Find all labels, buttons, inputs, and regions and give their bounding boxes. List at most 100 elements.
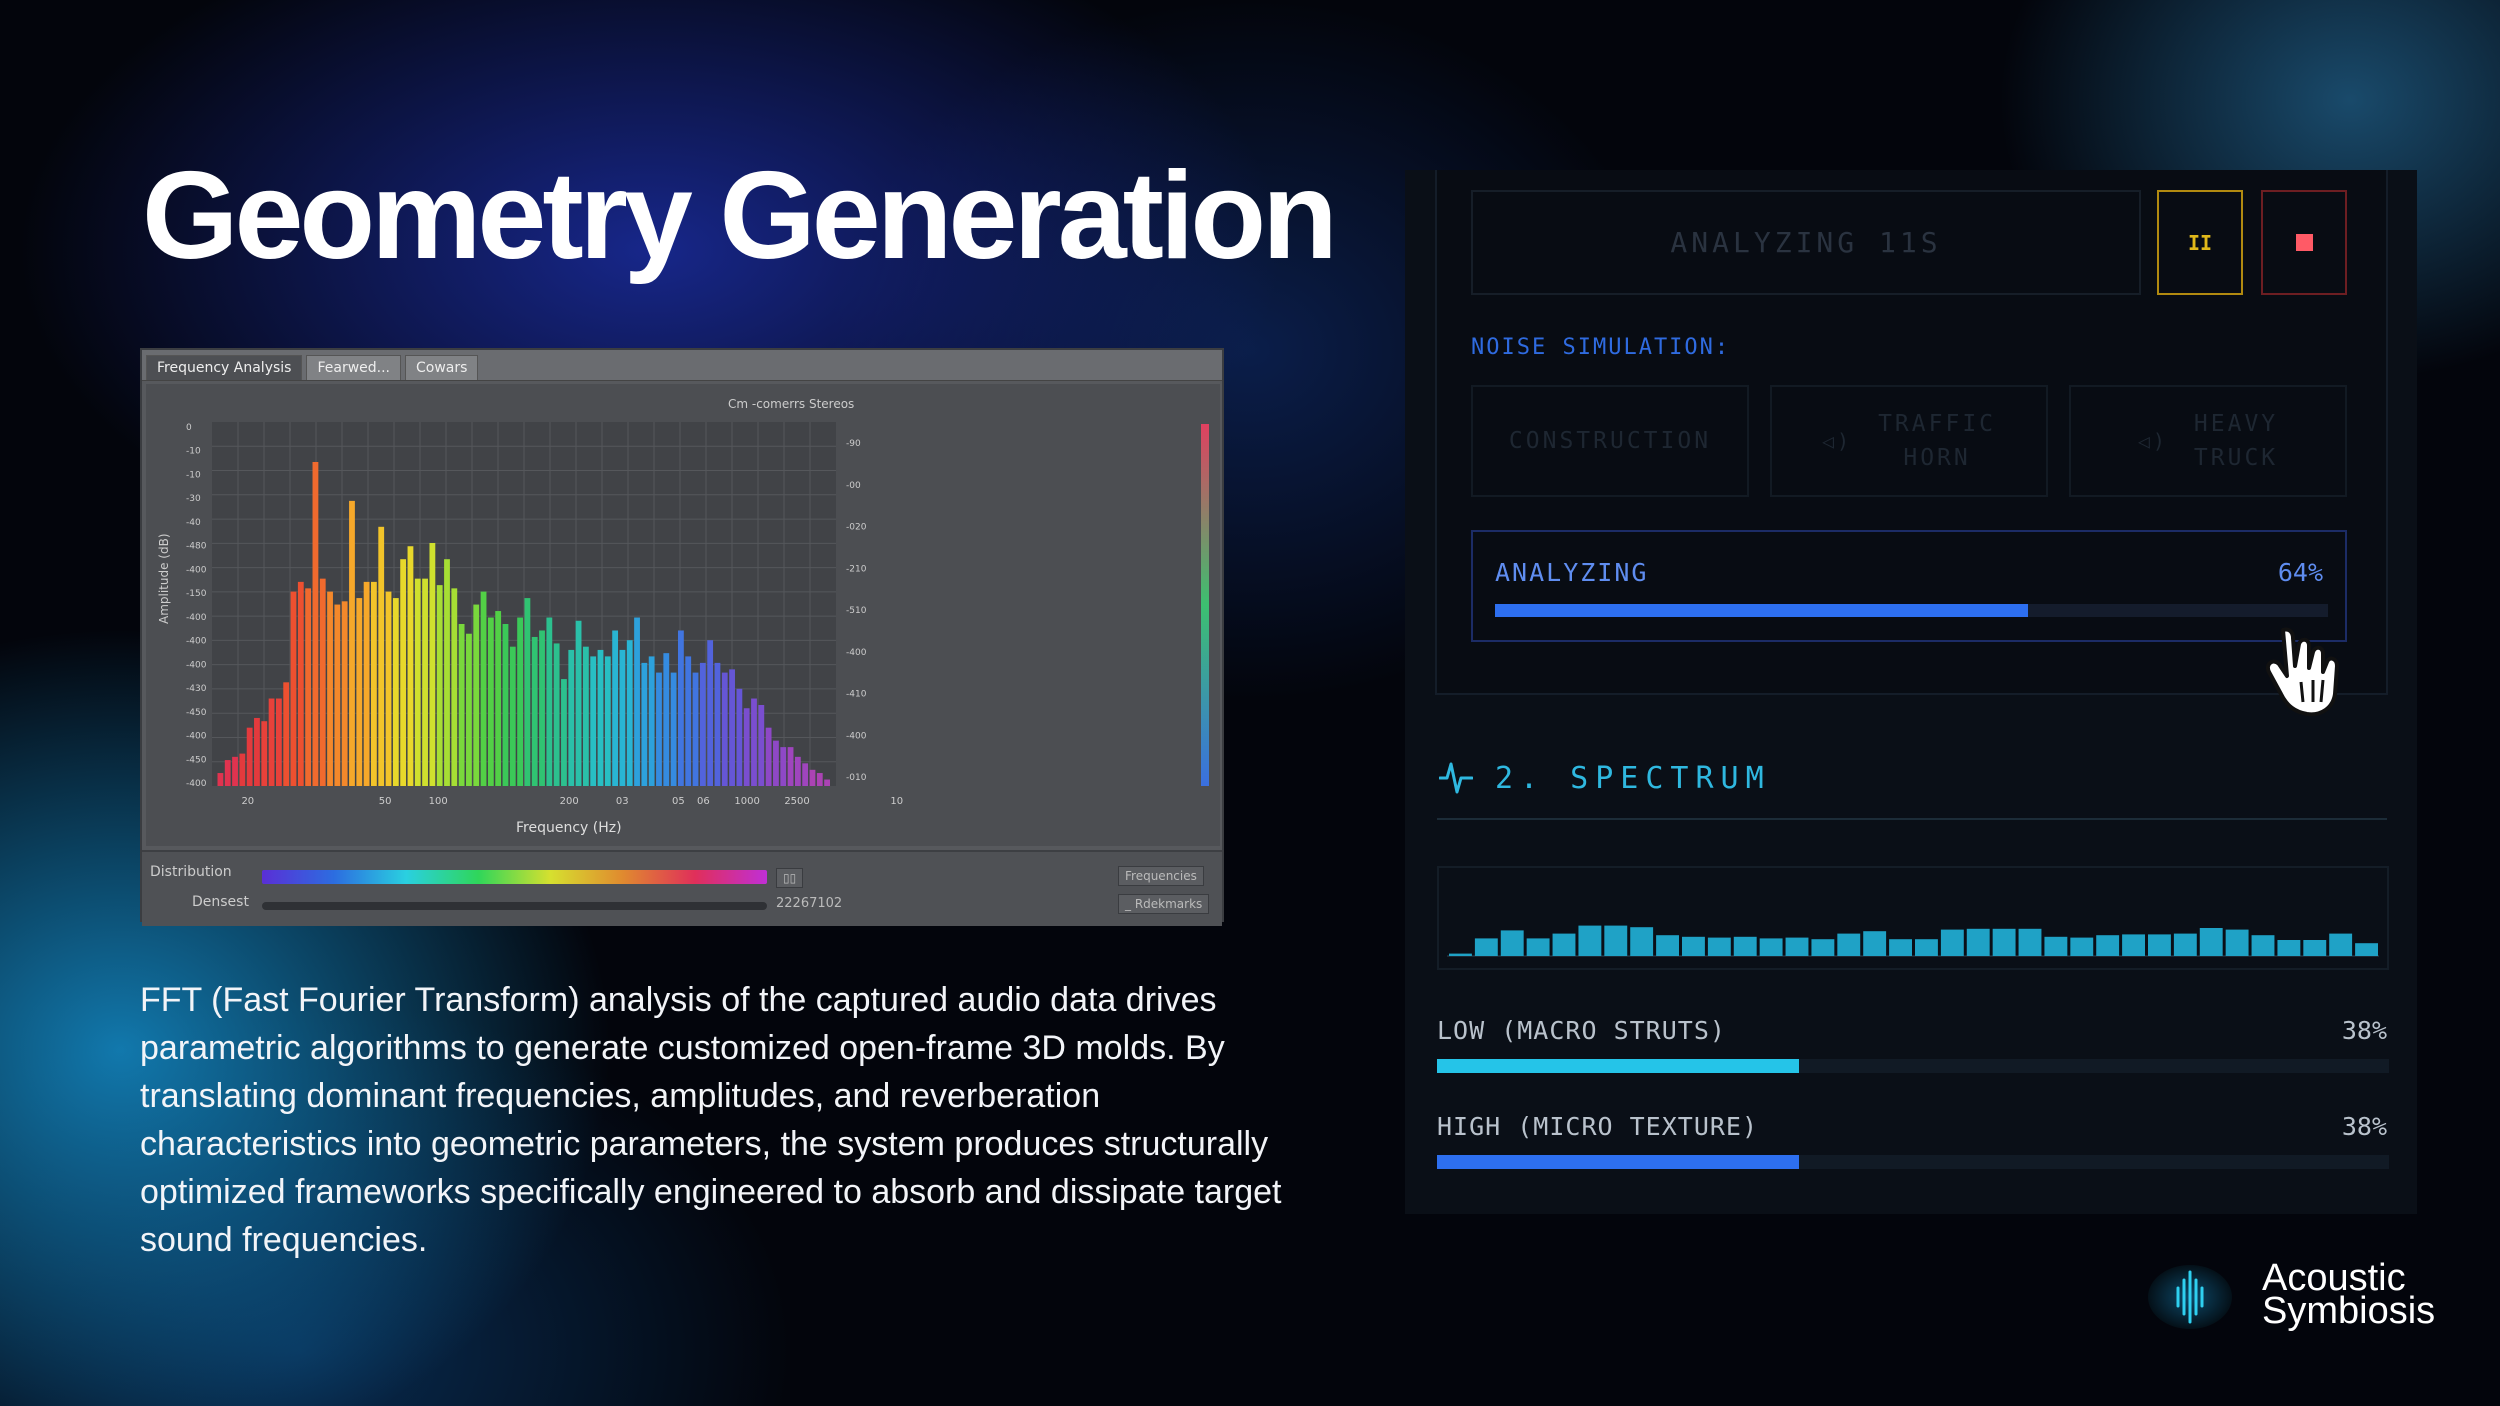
fft-density-slider[interactable] — [262, 902, 767, 910]
fft-frequencies-button[interactable]: Frequencies — [1118, 866, 1204, 886]
fft-bar — [729, 669, 735, 786]
hand-cursor-icon — [2266, 627, 2339, 717]
spectrum-bar — [1656, 935, 1679, 956]
noise-traffic-horn-button[interactable]: ◁) TRAFFIC HORN — [1770, 385, 2048, 497]
fft-bar — [319, 578, 326, 786]
fft-bar — [619, 649, 626, 786]
fft-bar — [349, 500, 355, 786]
fft-bar — [246, 727, 253, 786]
fft-x-tick: 100 — [429, 796, 448, 807]
fft-x-tick: 06 — [697, 796, 710, 807]
fft-bar — [524, 598, 531, 786]
speaker-icon: ◁) — [1821, 429, 1853, 453]
fft-y-tick-left: -450 — [186, 708, 207, 718]
fft-bar — [758, 705, 765, 786]
fft-bar — [575, 620, 582, 786]
spectrum-bar — [1500, 930, 1524, 956]
spectrum-bar — [1707, 937, 1731, 956]
fft-x-tick: 10 — [890, 796, 903, 807]
fft-tab-frequency-analysis[interactable]: Frequency Analysis — [146, 355, 303, 380]
fft-bar — [794, 756, 801, 786]
pause-button[interactable]: II — [2157, 190, 2243, 295]
fft-bar — [444, 559, 450, 786]
fft-bar — [385, 591, 392, 786]
fft-bar — [312, 462, 319, 786]
fft-bar — [275, 698, 282, 786]
fft-bar — [509, 646, 516, 786]
fft-tab-bar: Frequency Analysis Fearwed... Cowars — [142, 350, 1222, 381]
spectrum-bar — [1811, 939, 1835, 956]
spectrum-bars — [1447, 925, 2379, 957]
fft-bar — [692, 672, 699, 786]
fft-bar — [261, 721, 268, 786]
fft-y-tick-left: -400 — [186, 779, 207, 789]
fft-y-axis-label: Amplitude (dB) — [157, 533, 171, 624]
fft-tab-second[interactable]: Fearwed... — [306, 355, 402, 380]
fft-bar — [546, 617, 553, 786]
fft-bar — [451, 588, 458, 786]
fft-bar — [809, 769, 816, 786]
fft-y-tick-left: -400 — [186, 613, 207, 623]
fft-bar — [458, 624, 465, 786]
noise-heavy-truck-button[interactable]: ◁) HEAVY TRUCK — [2069, 385, 2347, 497]
fft-bar — [224, 760, 231, 786]
fft-y-tick-right: -210 — [846, 564, 867, 574]
spectrum-bar — [2251, 935, 2275, 956]
fft-bar — [612, 630, 619, 786]
fft-y-tick-right: -410 — [846, 690, 867, 700]
logo-icon — [2148, 1265, 2232, 1329]
fft-bar — [297, 581, 304, 786]
fft-tab-third[interactable]: Cowars — [405, 355, 479, 380]
fft-x-tick: 2500 — [784, 796, 809, 807]
fft-y-tick-left: -10 — [186, 470, 201, 480]
fft-bar — [597, 649, 604, 786]
fft-bar — [751, 698, 757, 786]
analysis-panel: ANALYZING 11S II NOISE SIMULATION: CONST… — [1405, 170, 2417, 1214]
fft-bar — [254, 717, 260, 786]
fft-bar — [305, 588, 312, 786]
fft-x-tick: 20 — [241, 796, 254, 807]
spectrum-bar — [2044, 936, 2068, 956]
fft-bar — [648, 656, 655, 786]
fft-bar — [780, 747, 787, 786]
fft-bar — [824, 779, 830, 786]
spectrum-bar — [1915, 939, 1938, 956]
noise-construction-button[interactable]: CONSTRUCTION — [1471, 385, 1749, 497]
spectrum-bar — [1837, 933, 1861, 956]
fft-bar — [641, 662, 648, 786]
fft-bar — [378, 526, 385, 786]
stop-button[interactable] — [2261, 190, 2347, 295]
fft-bar — [356, 598, 363, 786]
band-high-fill — [1437, 1155, 1799, 1169]
spectrum-bar — [1966, 928, 1990, 956]
fft-bar — [721, 672, 728, 786]
fft-bar — [561, 679, 567, 786]
fft-x-tick: 50 — [379, 796, 392, 807]
spectrum-bar — [1578, 925, 1602, 956]
fft-bar — [670, 672, 677, 786]
band-high-track — [1437, 1155, 2389, 1169]
noise-heavy-truck-label: HEAVY TRUCK — [2193, 411, 2279, 471]
fft-bar — [787, 747, 794, 786]
brand-name: Acoustic Symbiosis — [2262, 1257, 2436, 1332]
slide-description: FFT (Fast Fourier Transform) analysis of… — [140, 981, 1282, 1259]
fft-bar — [217, 773, 224, 786]
fft-bookmarks-button[interactable]: _ Rdekmarks — [1118, 894, 1210, 914]
fft-bar — [392, 598, 399, 786]
progress-fill — [1495, 604, 2029, 617]
fft-y-tick-left: -10 — [186, 447, 201, 457]
fft-bar — [400, 559, 407, 786]
fft-x-tick: 05 — [672, 796, 685, 807]
band-high-percent: 38% — [2341, 1112, 2387, 1141]
fft-chart: 0 -10 -10 -30 -40 -480 -400 -150 -400 -400 -400 -43… — [157, 397, 1209, 836]
fft-x-tick: 200 — [560, 796, 579, 807]
fft-bar — [656, 672, 662, 786]
fft-bar — [590, 656, 597, 786]
fft-small-toggle[interactable]: ▯▯ — [776, 868, 804, 888]
spectrum-bar — [1449, 953, 1472, 956]
fft-bar — [582, 646, 589, 786]
fft-y-tick-left: -400 — [186, 637, 207, 647]
fft-bar — [714, 662, 721, 786]
fft-y-tick-left: -430 — [186, 684, 207, 694]
spectrum-bar — [1630, 927, 1654, 956]
